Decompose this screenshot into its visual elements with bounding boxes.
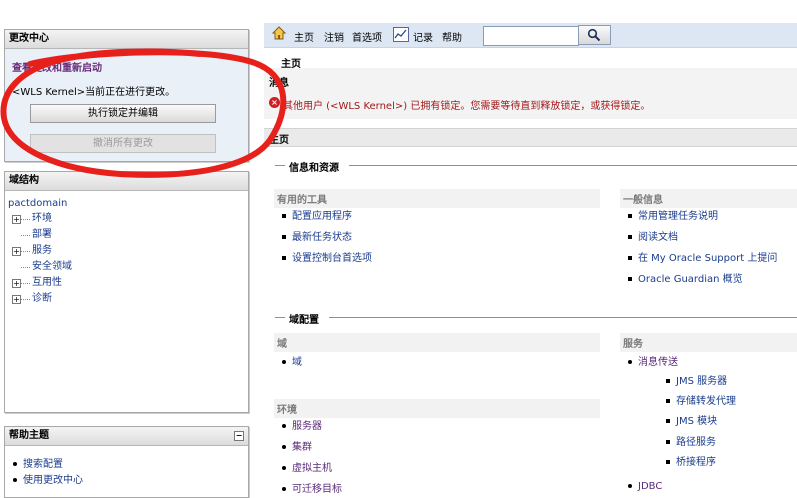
general-info-item[interactable]: 在 My Oracle Support 上提问 <box>628 251 777 267</box>
help-item[interactable]: 使用更改中心 <box>13 473 83 489</box>
page-title-bar: 主页 <box>264 128 797 147</box>
info-resources-heading: 信息和资源 <box>289 163 339 174</box>
environment-item[interactable]: 服务器 <box>282 419 322 435</box>
undo-all-changes-button[interactable]: 撤消所有更改 <box>30 134 216 153</box>
useful-tool-item[interactable]: 配置应用程序 <box>282 209 352 225</box>
change-center-title: 更改中心 <box>5 30 248 49</box>
messaging-subitem[interactable]: 桥接程序 <box>666 455 716 471</box>
domain-config-heading: 域配置 <box>289 315 319 326</box>
tree-item-security-realms[interactable]: 安全领域 <box>8 259 72 275</box>
domain-structure-title: 域结构 <box>5 172 248 191</box>
home-icon[interactable] <box>272 26 286 40</box>
useful-tool-item[interactable]: 设置控制台首选项 <box>282 251 372 267</box>
general-info-heading: 一般信息 <box>620 189 797 208</box>
preferences-link[interactable]: 首选项 <box>352 29 382 44</box>
record-link[interactable]: 记录 <box>413 29 433 44</box>
record-icon[interactable] <box>393 27 409 42</box>
search-button[interactable] <box>578 25 611 45</box>
messages-area: 消息 × 其他用户 (<WLS Kernel>) 已拥有锁定。您需要等待直到释放… <box>264 68 797 119</box>
top-toolbar: 主页 注销 首选项 记录 帮助 <box>264 23 797 48</box>
search-input[interactable] <box>483 26 579 46</box>
view-changes-link[interactable]: 查看更改和重新启动 <box>12 59 102 74</box>
expand-icon[interactable]: + <box>12 294 21 304</box>
general-info-item[interactable]: Oracle Guardian 概览 <box>628 272 743 288</box>
tree-item-diagnostics[interactable]: + 诊断 <box>8 291 72 307</box>
page-title: 主页 <box>269 135 289 146</box>
messages-label: 消息 <box>269 78 289 89</box>
expand-icon[interactable]: + <box>12 278 21 288</box>
general-info-item[interactable]: 阅读文档 <box>628 230 678 246</box>
help-item[interactable]: 搜索配置 <box>13 457 83 473</box>
services-subheading: 服务 <box>620 333 797 352</box>
useful-tool-item[interactable]: 最新任务状态 <box>282 230 352 246</box>
environment-item[interactable]: 虚拟主机 <box>282 461 332 477</box>
tree-item-interoperability[interactable]: + 互用性 <box>8 275 72 291</box>
tree-item-environment[interactable]: + 环境 <box>8 211 72 227</box>
domain-item[interactable]: 域 <box>282 355 302 371</box>
useful-tools-heading: 有用的工具 <box>274 189 600 208</box>
tree-item-deployments[interactable]: 部署 <box>8 227 72 243</box>
error-icon: × <box>269 97 280 108</box>
error-message: 其他用户 (<WLS Kernel>) 已拥有锁定。您需要等待直到释放锁定，或获… <box>283 101 651 112</box>
tree-root-pactdomain[interactable]: pactdomain <box>8 198 72 209</box>
environment-item[interactable]: 可迁移目标 <box>282 482 342 498</box>
search-icon <box>587 28 601 42</box>
logout-link[interactable]: 注销 <box>324 29 344 44</box>
lock-and-edit-button[interactable]: 执行锁定并编辑 <box>30 104 216 123</box>
expand-icon[interactable]: + <box>12 246 21 256</box>
messaging-item[interactable]: 消息传送 <box>628 355 678 371</box>
home-link[interactable]: 主页 <box>294 29 314 44</box>
environment-item[interactable]: 集群 <box>282 440 312 456</box>
general-info-item[interactable]: 常用管理任务说明 <box>628 209 718 225</box>
domain-structure-panel: 域结构 pactdomain + 环境 部署 + 服务 安全领域 + 互用性 +… <box>4 171 249 413</box>
help-topics-panel: 帮助主题 − 搜索配置 使用更改中心 <box>4 426 249 498</box>
jdbc-item[interactable]: JDBC <box>628 479 662 495</box>
change-center-panel: 更改中心 查看更改和重新启动 <WLS Kernel>当前正在进行更改。 执行锁… <box>4 29 249 162</box>
domain-tree: pactdomain + 环境 部署 + 服务 安全领域 + 互用性 + 诊断 <box>8 198 72 307</box>
help-topics-title: 帮助主题 − <box>5 427 248 446</box>
tree-item-services[interactable]: + 服务 <box>8 243 72 259</box>
lock-message: <WLS Kernel>当前正在进行更改。 <box>12 87 176 98</box>
environment-subheading: 环境 <box>274 399 600 418</box>
messaging-subitem[interactable]: JMS 服务器 <box>666 374 727 390</box>
messaging-subitem[interactable]: 路径服务 <box>666 435 716 451</box>
help-link[interactable]: 帮助 <box>442 29 462 44</box>
messaging-subitem[interactable]: 存储转发代理 <box>666 394 736 410</box>
minimize-icon[interactable]: − <box>234 431 244 441</box>
expand-icon[interactable]: + <box>12 214 21 224</box>
domain-subheading: 域 <box>274 333 600 352</box>
messaging-subitem[interactable]: JMS 模块 <box>666 414 717 430</box>
